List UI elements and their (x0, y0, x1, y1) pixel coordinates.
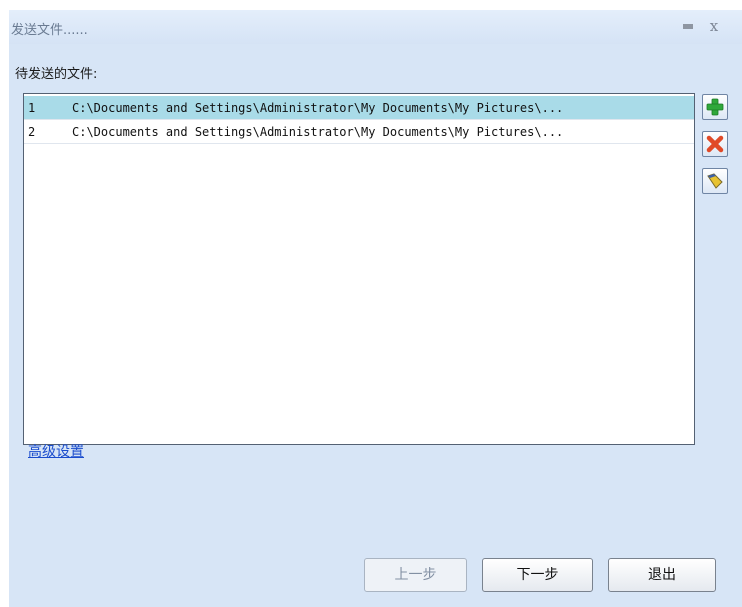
file-row[interactable]: 1 C:\Documents and Settings\Administrato… (24, 96, 694, 120)
delete-icon (706, 135, 724, 153)
next-step-button[interactable]: 下一步 (482, 558, 593, 592)
clear-list-button[interactable] (702, 168, 728, 194)
exit-button[interactable]: 退出 (608, 558, 716, 592)
file-list[interactable]: 1 C:\Documents and Settings\Administrato… (23, 93, 695, 445)
file-row[interactable]: 2 C:\Documents and Settings\Administrato… (24, 120, 694, 144)
window-title: 发送文件...... (11, 23, 88, 38)
clear-icon (707, 173, 723, 189)
advanced-settings-link[interactable]: 高级设置 (28, 441, 84, 461)
add-file-button[interactable] (702, 94, 728, 120)
add-icon (706, 98, 724, 116)
previous-step-button[interactable]: 上一步 (364, 558, 467, 592)
file-index: 1 (28, 101, 36, 115)
file-path: C:\Documents and Settings\Administrator\… (72, 101, 564, 115)
file-index: 2 (28, 125, 36, 139)
close-icon[interactable]: x (706, 18, 722, 34)
remove-file-button[interactable] (702, 131, 728, 157)
file-list-label: 待发送的文件: (15, 67, 98, 82)
minimize-icon[interactable] (680, 18, 696, 34)
file-path: C:\Documents and Settings\Administrator\… (72, 125, 564, 139)
title-bar: 发送文件...... x (9, 10, 742, 44)
send-file-window: 发送文件...... x 待发送的文件: 1 C:\Documents and … (9, 10, 742, 607)
